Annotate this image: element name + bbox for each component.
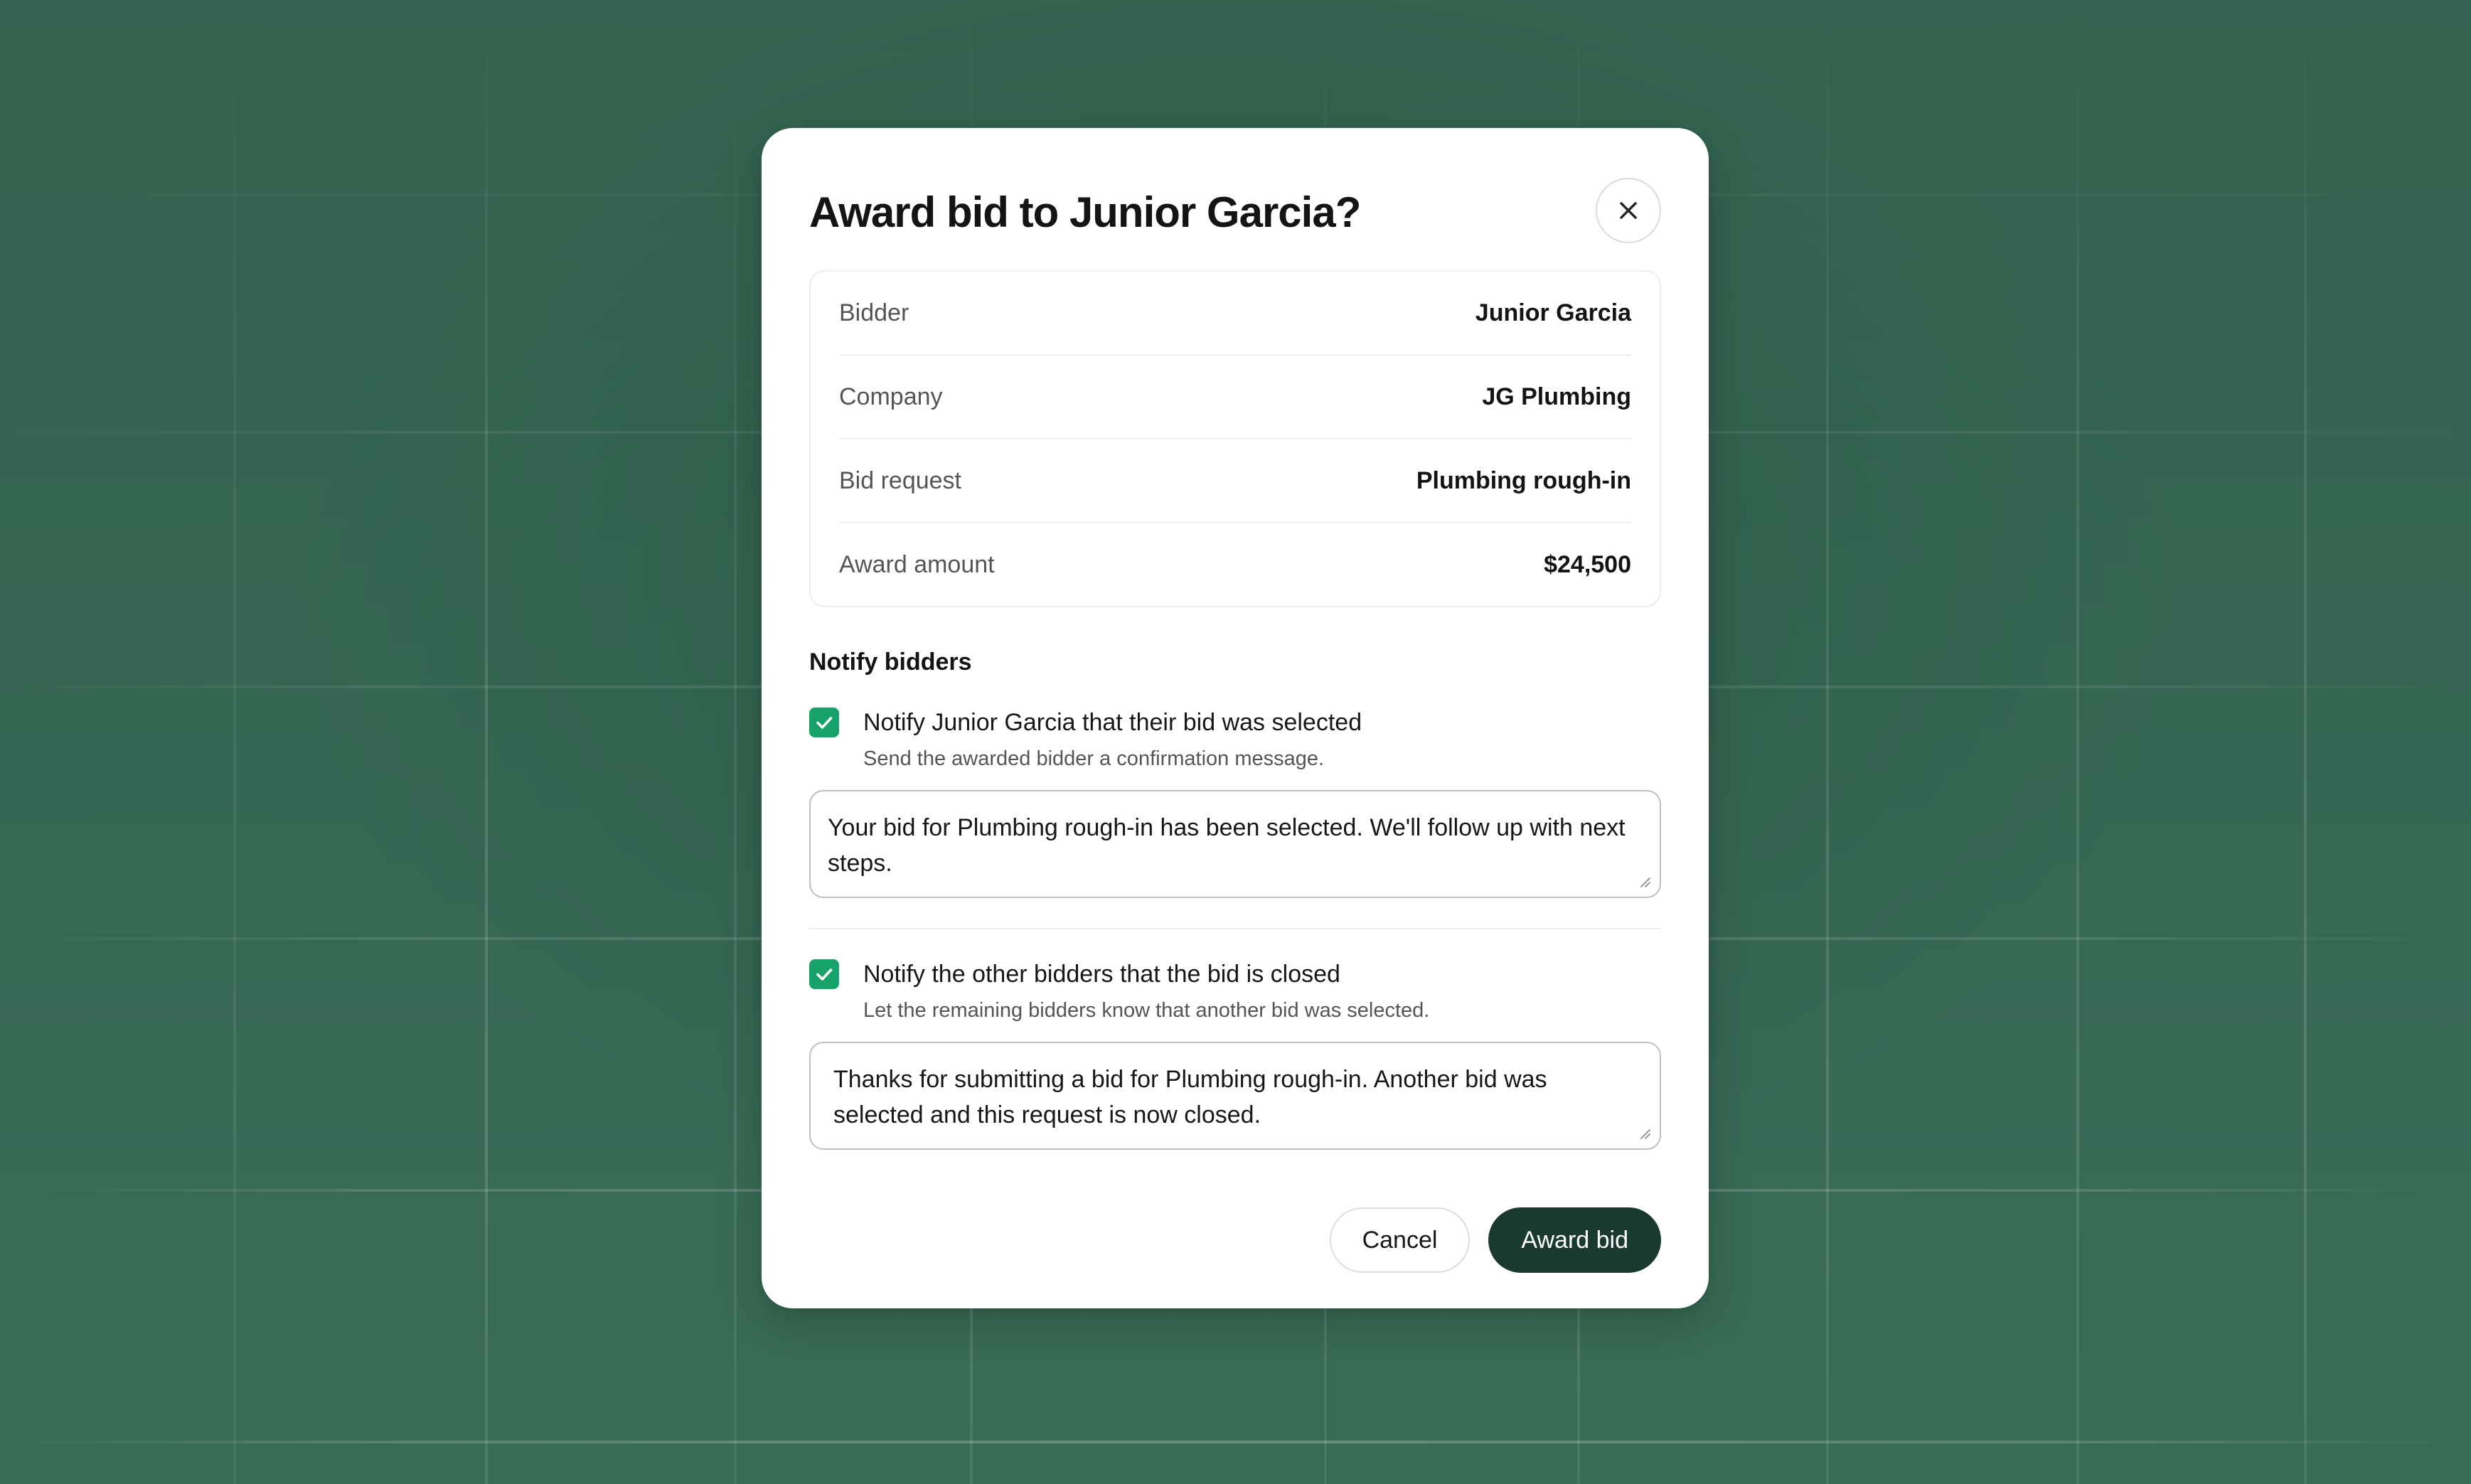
close-button[interactable] xyxy=(1596,178,1661,243)
notify-winner-hint: Send the awarded bidder a confirmation m… xyxy=(863,747,1325,770)
detail-value: Junior Garcia xyxy=(1475,299,1631,326)
dialog-footer: Cancel Award bid xyxy=(1329,1207,1661,1273)
checkmark-icon xyxy=(816,968,833,981)
grid-line xyxy=(2076,0,2079,1484)
others-message-text: Thanks for submitting a bid for Plumbing… xyxy=(833,1066,1547,1128)
notify-others-option: Notify the other bidders that the bid is… xyxy=(809,959,1661,1023)
bid-details-card: Bidder Junior Garcia Company JG Plumbing… xyxy=(809,270,1661,607)
detail-value: JG Plumbing xyxy=(1482,383,1631,410)
award-bid-button[interactable]: Award bid xyxy=(1488,1207,1661,1273)
notify-others-hint: Let the remaining bidders know that anot… xyxy=(863,999,1430,1022)
detail-value: $24,500 xyxy=(1544,550,1631,578)
notify-bidders-heading: Notify bidders xyxy=(809,648,972,676)
detail-label: Bid request xyxy=(839,466,961,494)
checkmark-icon xyxy=(816,717,833,729)
notify-winner-option: Notify Junior Garcia that their bid was … xyxy=(809,708,1661,772)
notify-winner-checkbox[interactable] xyxy=(809,708,839,737)
detail-label: Bidder xyxy=(839,299,909,326)
detail-row-company: Company JG Plumbing xyxy=(839,356,1631,439)
notify-others-text: Notify the other bidders that the bid is… xyxy=(863,959,1429,1023)
grid-line xyxy=(485,0,488,1484)
resize-handle-icon[interactable] xyxy=(1637,1126,1651,1140)
detail-row-award-amount: Award amount $24,500 xyxy=(839,523,1631,606)
detail-row-bid-request: Bid request Plumbing rough-in xyxy=(839,439,1631,523)
close-icon xyxy=(1620,202,1637,219)
winner-message-textarea[interactable]: Your bid for Plumbing rough-in has been … xyxy=(809,790,1661,898)
notify-others-checkbox[interactable] xyxy=(809,959,839,989)
grid-line xyxy=(1826,0,1829,1484)
dialog-title: Award bid to Junior Garcia? xyxy=(809,188,1361,236)
grid-line xyxy=(0,1441,2471,1443)
detail-value: Plumbing rough-in xyxy=(1416,466,1631,494)
dialog-header: Award bid to Junior Garcia? xyxy=(809,175,1661,249)
notify-others-label[interactable]: Notify the other bidders that the bid is… xyxy=(863,959,1429,989)
grid-line xyxy=(734,0,737,1484)
section-divider xyxy=(809,928,1661,929)
grid-line xyxy=(233,0,236,1484)
award-bid-dialog: Award bid to Junior Garcia? Bidder Junio… xyxy=(762,128,1709,1308)
notify-winner-text: Notify Junior Garcia that their bid was … xyxy=(863,708,1362,772)
notify-winner-label[interactable]: Notify Junior Garcia that their bid was … xyxy=(863,708,1362,737)
detail-label: Award amount xyxy=(839,550,995,578)
detail-row-bidder: Bidder Junior Garcia xyxy=(839,272,1631,356)
grid-line xyxy=(2304,0,2307,1484)
page-backdrop: Award bid to Junior Garcia? Bidder Junio… xyxy=(0,0,2471,1484)
winner-message-text: Your bid for Plumbing rough-in has been … xyxy=(828,814,1626,877)
others-message-textarea[interactable]: Thanks for submitting a bid for Plumbing… xyxy=(809,1042,1661,1150)
detail-label: Company xyxy=(839,383,943,410)
cancel-button[interactable]: Cancel xyxy=(1329,1207,1471,1273)
resize-handle-icon[interactable] xyxy=(1637,874,1651,888)
